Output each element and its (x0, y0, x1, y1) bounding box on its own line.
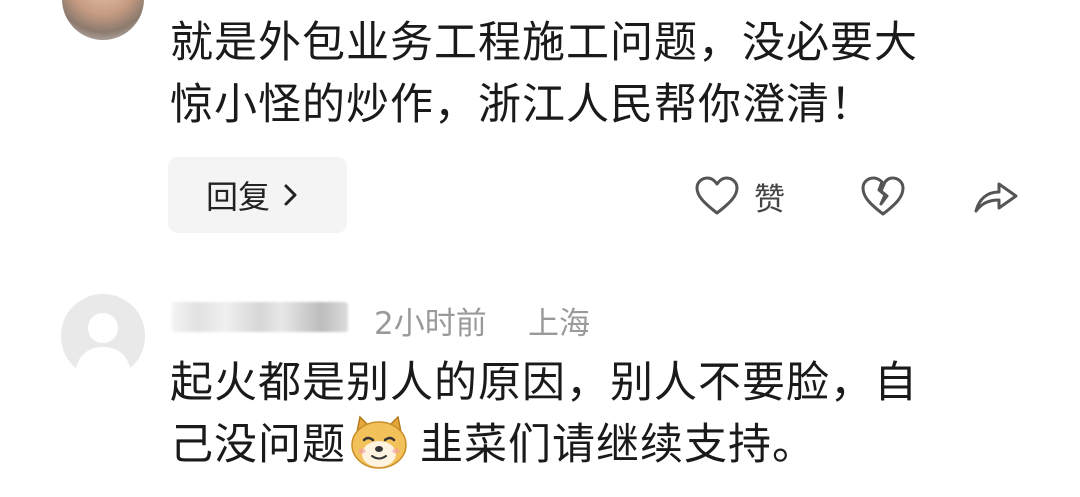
comment-line: 己没问题 韭菜们请继续支持。 (170, 414, 918, 476)
comment-line: 起火都是别人的原因，别人不要脸，自 (170, 358, 918, 408)
comment-text: 就是外包业务工程施工问题，没必要大 惊小怪的炒作，浙江人民帮你澄清！ (170, 12, 918, 136)
reply-label: 回复 (206, 178, 271, 216)
comment-time: 2小时前 (374, 306, 487, 342)
like-button[interactable]: 赞 (694, 170, 785, 222)
heart-icon (694, 175, 740, 217)
doge-emoji-icon (348, 415, 410, 471)
comment-line: 惊小怪的炒作，浙江人民帮你澄清！ (170, 80, 874, 130)
reply-button[interactable]: 回复 (168, 157, 347, 233)
username[interactable] (172, 302, 348, 332)
like-label: 赞 (754, 181, 785, 218)
broken-heart-icon (860, 174, 906, 218)
avatar[interactable] (62, 0, 144, 40)
chevron-right-icon (282, 180, 300, 210)
comment-fragment: 韭菜们请继续支持。 (420, 420, 816, 470)
comment-text: 起火都是别人的原因，别人不要脸，自 己没问题 韭菜们请继续支持。 (170, 352, 918, 476)
comment-location: 上海 (528, 306, 590, 342)
share-icon (972, 175, 1020, 217)
default-avatar-icon (61, 294, 145, 378)
share-button[interactable] (972, 175, 1020, 217)
avatar[interactable] (61, 294, 145, 378)
comment-fragment: 己没问题 (170, 420, 346, 470)
comment-line: 就是外包业务工程施工问题，没必要大 (170, 18, 918, 68)
dislike-button[interactable] (860, 174, 906, 218)
